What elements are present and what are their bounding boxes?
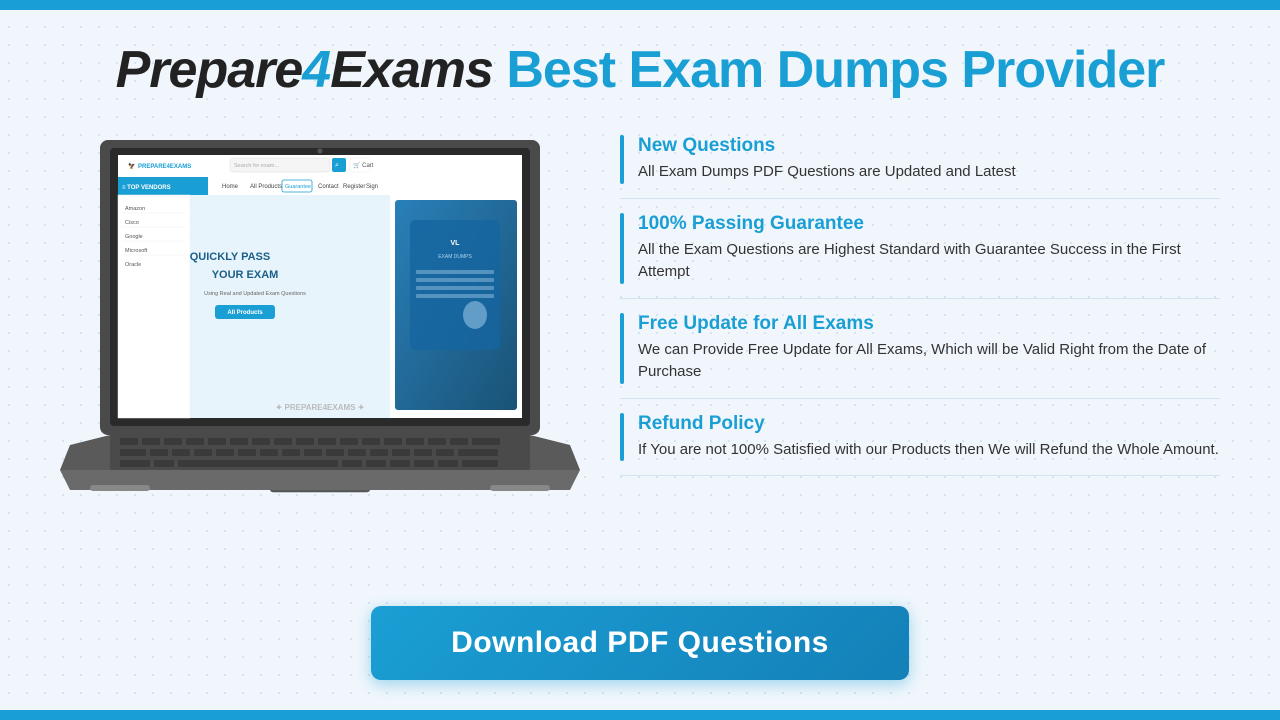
feature-desc: All the Exam Questions are Highest Stand… xyxy=(638,239,1220,284)
feature-desc: If You are not 100% Satisfied with our P… xyxy=(638,439,1220,462)
svg-text:Register: Register xyxy=(343,184,365,190)
feature-title: New Questions xyxy=(638,135,1220,157)
header-title: Prepare4Exams Best Exam Dumps Provider xyxy=(60,40,1220,100)
feature-item-new-questions: New Questions All Exam Dumps PDF Questio… xyxy=(620,135,1220,199)
bottom-bar xyxy=(0,710,1280,720)
brand-text: Prepare4Exams xyxy=(116,41,507,99)
svg-text:⌕: ⌕ xyxy=(335,162,339,169)
feature-divider xyxy=(620,313,624,384)
svg-text:Guarantee: Guarantee xyxy=(285,184,311,190)
svg-text:Contact: Contact xyxy=(318,184,339,190)
header: Prepare4Exams Best Exam Dumps Provider xyxy=(60,40,1220,100)
laptop-svg: 🦅 PREPARE4EXAMS Search for exam... ⌕ 🛒 C… xyxy=(60,130,580,520)
feature-title: Refund Policy xyxy=(638,413,1220,435)
svg-text:Home: Home xyxy=(222,184,239,190)
laptop-container: 🦅 PREPARE4EXAMS Search for exam... ⌕ 🛒 C… xyxy=(60,130,580,525)
svg-text:Amazon: Amazon xyxy=(125,206,145,212)
feature-title: 100% Passing Guarantee xyxy=(638,213,1220,235)
laptop-col: 🦅 PREPARE4EXAMS Search for exam... ⌕ 🛒 C… xyxy=(60,130,580,525)
svg-text:All Products: All Products xyxy=(250,184,282,190)
download-section: Download PDF Questions xyxy=(60,588,1220,690)
svg-text:YOUR EXAM: YOUR EXAM xyxy=(212,269,279,281)
main-wrapper: Prepare4Exams Best Exam Dumps Provider xyxy=(0,0,1280,720)
top-bar xyxy=(0,0,1280,10)
svg-text:VL: VL xyxy=(451,240,461,247)
svg-text:QUICKLY PASS: QUICKLY PASS xyxy=(190,251,271,263)
feature-text: 100% Passing Guarantee All the Exam Ques… xyxy=(638,213,1220,284)
svg-text:Google: Google xyxy=(125,234,143,240)
download-pdf-button[interactable]: Download PDF Questions xyxy=(371,606,909,680)
svg-text:EXAM DUMPS: EXAM DUMPS xyxy=(438,254,472,260)
content-area: Prepare4Exams Best Exam Dumps Provider xyxy=(0,10,1280,710)
svg-text:Using Real and Updated Exam Qu: Using Real and Updated Exam Questions xyxy=(204,291,306,297)
feature-desc: All Exam Dumps PDF Questions are Updated… xyxy=(638,161,1220,184)
feature-text: Free Update for All Exams We can Provide… xyxy=(638,313,1220,384)
svg-text:Search for exam...: Search for exam... xyxy=(234,163,279,169)
feature-divider xyxy=(620,135,624,184)
feature-title: Free Update for All Exams xyxy=(638,313,1220,335)
svg-text:Cisco: Cisco xyxy=(125,220,139,226)
feature-item-passing-guarantee: 100% Passing Guarantee All the Exam Ques… xyxy=(620,199,1220,299)
svg-text:≡ TOP VENDORS: ≡ TOP VENDORS xyxy=(122,185,171,191)
feature-divider xyxy=(620,213,624,284)
svg-text:✦ PREPARE4EXAMS ✦: ✦ PREPARE4EXAMS ✦ xyxy=(276,403,365,412)
main-content: 🦅 PREPARE4EXAMS Search for exam... ⌕ 🛒 C… xyxy=(60,130,1220,588)
svg-text:🦅: 🦅 xyxy=(128,162,135,170)
svg-text:Microsoft: Microsoft xyxy=(125,248,148,254)
feature-item-free-update: Free Update for All Exams We can Provide… xyxy=(620,299,1220,399)
svg-text:All Products: All Products xyxy=(227,310,263,316)
feature-desc: We can Provide Free Update for All Exams… xyxy=(638,339,1220,384)
brand-four: 4 xyxy=(302,41,330,99)
feature-text: Refund Policy If You are not 100% Satisf… xyxy=(638,413,1220,462)
header-subtitle: Best Exam Dumps Provider xyxy=(506,41,1164,99)
feature-divider xyxy=(620,413,624,462)
svg-text:🛒 Cart: 🛒 Cart xyxy=(353,161,374,169)
feature-text: New Questions All Exam Dumps PDF Questio… xyxy=(638,135,1220,184)
svg-text:Sign: Sign xyxy=(366,184,378,190)
svg-text:PREPARE4EXAMS: PREPARE4EXAMS xyxy=(138,164,191,170)
feature-item-refund-policy: Refund Policy If You are not 100% Satisf… xyxy=(620,399,1220,477)
svg-text:Oracle: Oracle xyxy=(125,262,141,268)
features-col: New Questions All Exam Dumps PDF Questio… xyxy=(620,130,1220,476)
